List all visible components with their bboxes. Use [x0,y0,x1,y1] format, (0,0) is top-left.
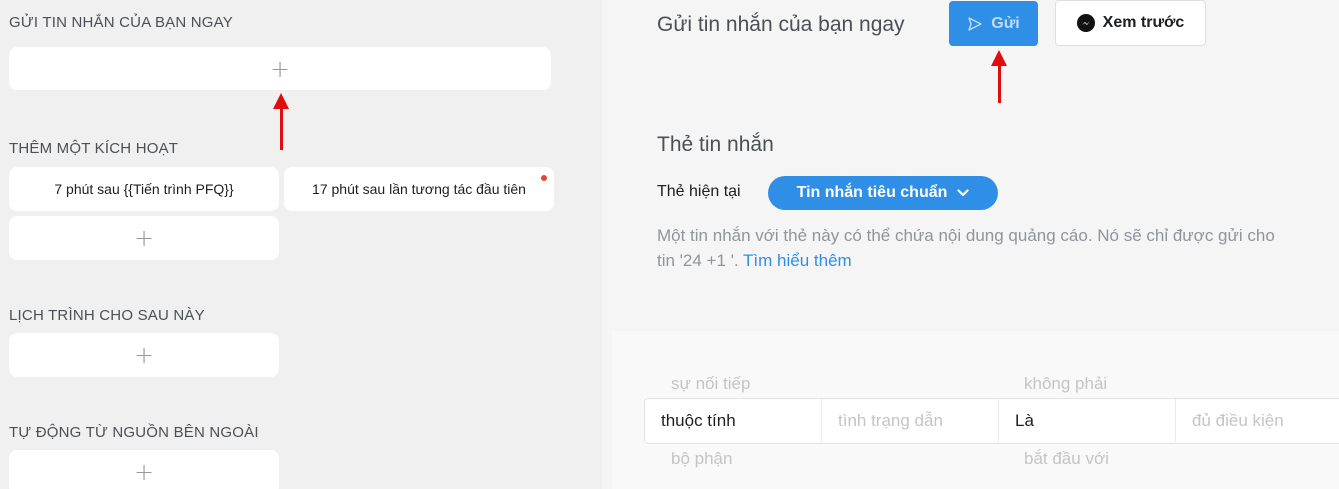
messenger-icon [1076,14,1095,32]
annotation-arrow [991,50,1007,103]
plus-icon: + [133,341,155,369]
add-external-button[interactable]: + [9,450,279,489]
trigger-card[interactable]: 7 phút sau {{Tiến trình PFQ}} [9,167,279,211]
page-title: Gửi tin nhắn của bạn ngay [657,13,905,36]
trigger-title: THÊM MỘT KÍCH HOẠT [9,140,179,157]
chevron-down-icon [957,189,970,197]
tag-description-line: tin '24 +1 '. [657,251,744,270]
filter-row: thuộc tính tình trạng dẫn Là đủ điều kiệ… [644,398,1339,444]
add-schedule-button[interactable]: + [9,333,279,377]
trigger-label: 7 phút sau {{Tiến trình PFQ}} [54,181,234,197]
plus-icon: + [133,458,155,486]
current-tag-label: Thẻ hiện tại [657,183,741,200]
annotation-arrow [273,93,289,150]
plus-icon: + [269,54,291,83]
attribute-select[interactable]: thuộc tính [645,399,821,443]
ghost-option: bộ phận [671,449,733,468]
ghost-option: không phải [1024,374,1108,393]
operator-select[interactable]: Là [998,399,1175,443]
learn-more-link[interactable]: Tìm hiểu thêm [743,251,852,270]
external-title: TỰ ĐỘNG TỪ NGUỒN BÊN NGOÀI [9,424,259,441]
tag-dropdown[interactable]: Tin nhắn tiêu chuẩn [768,176,998,210]
left-panel: GỬI TIN NHẮN CỦA BẠN NGAY + THÊM MỘT KÍC… [0,0,602,489]
preview-button[interactable]: Xem trước [1055,0,1206,46]
tag-section-title: Thẻ tin nhắn [657,133,774,156]
ghost-option: bắt đầu với [1024,449,1109,468]
send-icon [968,16,982,31]
add-send-now-button[interactable]: + [9,47,551,90]
trigger-label: 17 phút sau lần tương tác đầu tiên [312,181,526,197]
send-button[interactable]: Gửi [949,1,1038,46]
send-label: Gửi [991,14,1020,32]
ghost-option: sự nối tiếp [671,374,751,393]
send-now-title: GỬI TIN NHẮN CỦA BẠN NGAY [9,14,233,31]
add-trigger-button[interactable]: + [9,216,279,260]
value-select[interactable]: đủ điều kiện [1175,399,1339,443]
condition-select[interactable]: tình trạng dẫn [821,399,998,443]
tag-description: Một tin nhắn với thẻ này có thể chứa nội… [657,223,1339,273]
notification-dot [541,175,547,181]
trigger-card[interactable]: 17 phút sau lần tương tác đầu tiên [284,167,554,211]
preview-label: Xem trước [1102,14,1185,31]
plus-icon: + [133,224,155,252]
tag-dropdown-value: Tin nhắn tiêu chuẩn [796,184,948,201]
tag-description-line: Một tin nhắn với thẻ này có thể chứa nội… [657,226,1275,245]
right-panel: Gửi tin nhắn của bạn ngay Gửi Xem trước … [602,0,1339,489]
schedule-title: LỊCH TRÌNH CHO SAU NÀY [9,307,205,324]
